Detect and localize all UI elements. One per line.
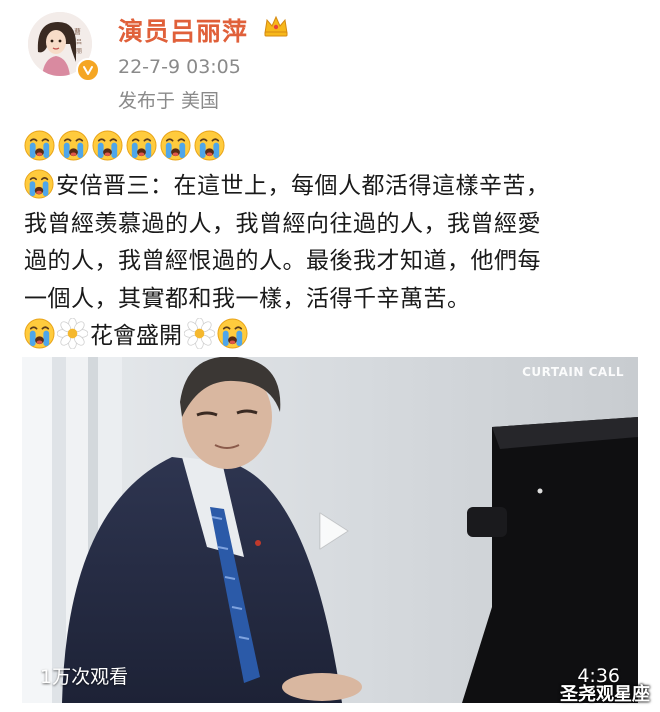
crying-face-emoji bbox=[160, 130, 191, 161]
post-body: 安倍晋三：在這世上，每個人都活得這樣辛苦， 我曾經羡慕過的人，我曾經向往過的人，… bbox=[24, 168, 644, 318]
author-name[interactable]: 演员吕丽萍 bbox=[118, 12, 248, 48]
verified-badge-icon bbox=[76, 58, 100, 82]
video-overlay-label: CURTAIN CALL bbox=[522, 365, 624, 379]
crying-face-emoji bbox=[194, 130, 225, 161]
post-text-line: 我曾經羡慕過的人，我曾經向往過的人，我曾經愛 bbox=[24, 210, 541, 237]
play-icon bbox=[319, 512, 349, 550]
crying-face-emoji bbox=[24, 318, 55, 349]
post-timestamp: 22-7-9 03:05 bbox=[118, 56, 241, 78]
crying-face-emoji bbox=[217, 318, 248, 349]
watermark-text: 圣尧观星座 bbox=[560, 684, 650, 705]
avatar-signature-text: 吕 bbox=[76, 39, 82, 46]
crying-face-emoji bbox=[24, 169, 54, 199]
crying-face-emoji bbox=[92, 130, 123, 161]
daisy-flower-emoji bbox=[57, 318, 88, 349]
post-text-line: 安倍晋三：在這世上，每個人都活得這樣辛苦， bbox=[24, 168, 644, 206]
post-text-line: 過的人，我曾經恨過的人。最後我才知道，他們每 bbox=[24, 248, 541, 274]
daisy-flower-emoji bbox=[184, 318, 215, 349]
video-player[interactable]: CURTAIN CALL 1万次观看 4:36 bbox=[22, 357, 638, 703]
crying-face-emoji bbox=[24, 130, 55, 161]
emoji-row bbox=[24, 130, 225, 161]
crown-icon bbox=[262, 13, 290, 43]
crying-face-emoji bbox=[58, 130, 89, 161]
avatar-signature-text: 曹 bbox=[74, 27, 81, 36]
post-text-line-content: 安倍晋三：在這世上，每個人都活得這樣辛苦， bbox=[56, 173, 550, 199]
post-tag-line: 花會盛開 bbox=[24, 315, 248, 351]
play-button[interactable] bbox=[304, 505, 356, 557]
video-view-count: 1万次观看 bbox=[40, 666, 129, 688]
post-text-line: 一個人，其實都和我一樣，活得千辛萬苦。 bbox=[24, 285, 471, 312]
avatar-signature-text: 丽 bbox=[76, 48, 82, 55]
crying-face-emoji bbox=[126, 130, 157, 161]
post-source: 发布于 美国 bbox=[118, 90, 220, 112]
post-tag-text: 花會盛開 bbox=[90, 323, 182, 349]
